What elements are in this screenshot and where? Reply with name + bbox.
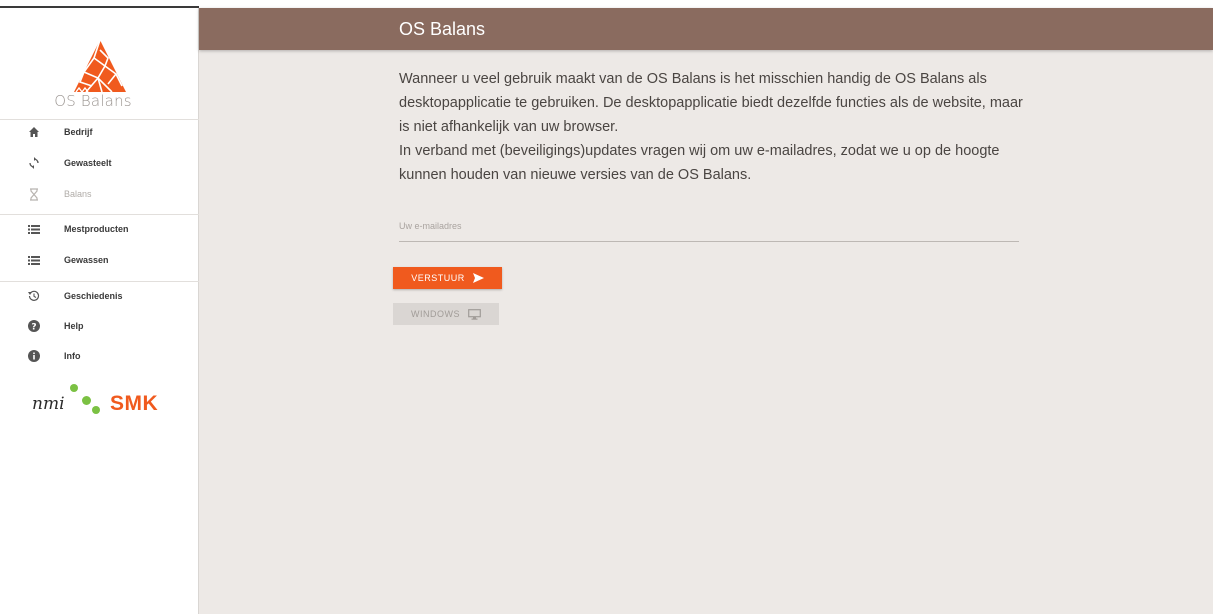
svg-text:?: ? [31, 322, 36, 332]
windows-download-button[interactable]: WINDOWS [393, 303, 499, 325]
sidebar-item-gewasteelt[interactable]: Gewasteelt [0, 148, 199, 178]
nmi-logo: nmi [32, 394, 65, 414]
sidebar-item-gewassen[interactable]: Gewassen [0, 245, 199, 275]
sidebar-item-label: Geschiedenis [64, 291, 123, 301]
logo-dot [82, 396, 91, 405]
home-icon [27, 125, 41, 139]
help-icon: ? [27, 319, 41, 333]
send-button-label: VERSTUUR [411, 273, 465, 283]
info-icon [27, 349, 41, 363]
sync-icon [27, 156, 41, 170]
list-icon [27, 222, 41, 236]
intro-text: Wanneer u veel gebruik maakt van de OS B… [399, 67, 1029, 187]
sidebar-item-geschiedenis[interactable]: Geschiedenis [0, 281, 199, 311]
sidebar-item-help[interactable]: ? Help [0, 311, 199, 341]
windows-button-label: WINDOWS [411, 309, 460, 319]
intro-paragraph: In verband met (beveiligings)updates vra… [399, 143, 1000, 183]
logo-dot [92, 406, 100, 414]
hourglass-icon [27, 187, 41, 201]
intro-paragraph: Wanneer u veel gebruik maakt van de OS B… [399, 71, 1023, 135]
os-balans-logo-icon [74, 39, 126, 94]
app-header: OS Balans [199, 8, 1213, 50]
sidebar-item-label: Bedrijf [64, 127, 93, 137]
sidebar-item-bedrijf[interactable]: Bedrijf [0, 117, 199, 147]
app-logo[interactable]: OS Balans [0, 32, 199, 122]
email-field[interactable] [399, 216, 1019, 242]
sidebar-item-mestproducten[interactable]: Mestproducten [0, 214, 199, 244]
page-title: OS Balans [399, 19, 486, 39]
send-icon [472, 273, 484, 283]
history-icon [27, 289, 41, 303]
sidebar-item-label: Mestproducten [64, 224, 129, 234]
desktop-icon [468, 308, 481, 320]
send-button[interactable]: VERSTUUR [393, 267, 502, 289]
partner-logos: nmi SMK [30, 384, 170, 420]
sidebar-item-label: Balans [64, 189, 92, 199]
sidebar-item-label: Gewassen [64, 255, 109, 265]
smk-logo: SMK [110, 392, 159, 415]
logo-dot [70, 384, 78, 392]
logo-text: OS Balans [54, 92, 132, 110]
sidebar-item-balans[interactable]: Balans [0, 179, 199, 209]
top-bar [0, 0, 1213, 8]
sidebar: OS Balans Bedrijf Gewasteelt Balans Mest… [0, 8, 199, 614]
sidebar-item-info[interactable]: Info [0, 341, 199, 371]
sidebar-item-label: Help [64, 321, 84, 331]
sidebar-item-label: Gewasteelt [64, 158, 112, 168]
sidebar-item-label: Info [64, 351, 81, 361]
list-icon [27, 253, 41, 267]
